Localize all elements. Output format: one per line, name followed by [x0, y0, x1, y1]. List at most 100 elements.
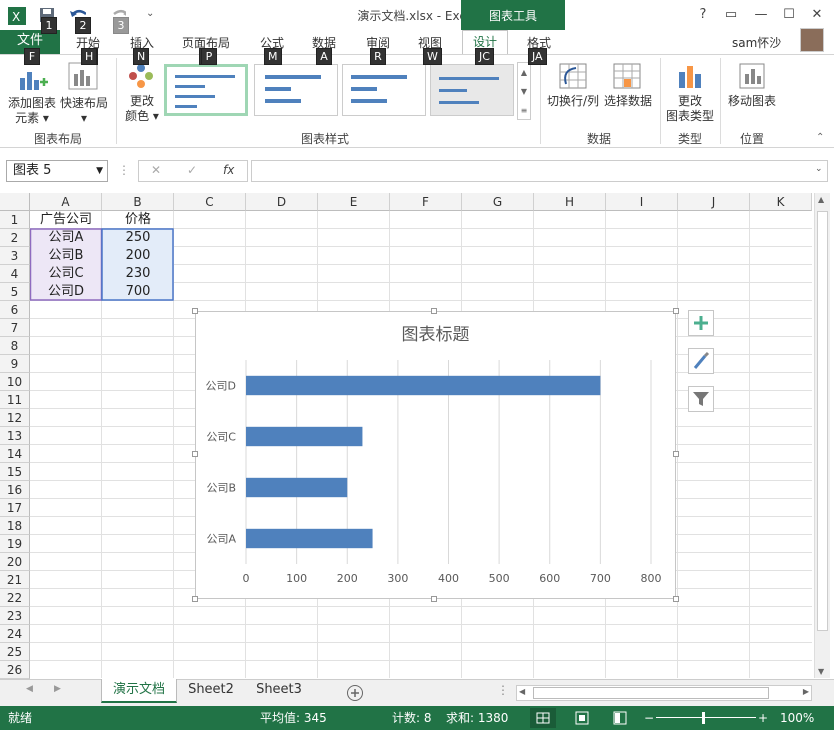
cell-B4[interactable]: 230	[102, 265, 174, 283]
cell-B3[interactable]: 200	[102, 247, 174, 265]
next-sheet-icon[interactable]: ▶	[54, 684, 61, 694]
chart-style-2[interactable]	[254, 64, 338, 116]
page-break-view-icon[interactable]	[610, 708, 630, 736]
chart-filters-button[interactable]	[688, 386, 714, 412]
row-header[interactable]: 24	[0, 625, 30, 643]
zoom-slider-thumb[interactable]	[702, 712, 705, 724]
column-header[interactable]: F	[390, 193, 462, 211]
row-header[interactable]: 1	[0, 211, 30, 229]
row-header[interactable]: 2	[0, 229, 30, 247]
resize-handle[interactable]	[673, 451, 679, 457]
close-icon[interactable]: ✕	[808, 7, 826, 23]
cell-B1[interactable]: 价格	[102, 211, 174, 229]
scrollbar-thumb[interactable]	[817, 211, 828, 631]
row-header[interactable]: 6	[0, 301, 30, 319]
scroll-left-icon[interactable]: ◀	[519, 687, 525, 696]
column-header[interactable]: B	[102, 193, 174, 211]
scroll-right-icon[interactable]: ▶	[803, 687, 809, 696]
avatar[interactable]	[800, 28, 824, 52]
row-header[interactable]: 7	[0, 319, 30, 337]
sheet-tab[interactable]: Sheet3	[246, 679, 312, 703]
change-chart-type-button[interactable]: 更改 图表类型	[662, 94, 718, 124]
sheet-tab[interactable]: 演示文档	[101, 679, 177, 703]
insert-function-icon[interactable]: fx	[223, 163, 234, 177]
row-header[interactable]: 13	[0, 427, 30, 445]
page-layout-view-icon[interactable]	[572, 708, 592, 736]
gallery-scroll[interactable]: ▲ ▼ ≡	[517, 62, 531, 120]
column-header[interactable]: G	[462, 193, 534, 211]
row-header[interactable]: 19	[0, 535, 30, 553]
row-header[interactable]: 18	[0, 517, 30, 535]
row-header[interactable]: 15	[0, 463, 30, 481]
prev-sheet-icon[interactable]: ◀	[26, 684, 33, 694]
row-header[interactable]: 14	[0, 445, 30, 463]
expand-formula-bar-icon[interactable]: ⌄	[815, 164, 823, 174]
resize-handle[interactable]	[192, 596, 198, 602]
change-colors-button[interactable]: 更改 颜色 ▾	[120, 94, 164, 124]
name-box[interactable]: 图表 5 ▼	[6, 160, 108, 182]
row-header[interactable]: 25	[0, 643, 30, 661]
minimize-icon[interactable]: —	[752, 7, 770, 23]
resize-handle[interactable]	[673, 308, 679, 314]
split-grip-icon[interactable]: ⋮	[497, 683, 509, 697]
user-name[interactable]: sam怀沙	[732, 34, 781, 51]
h-scrollbar-thumb[interactable]	[533, 687, 769, 699]
resize-handle[interactable]	[673, 596, 679, 602]
help-button[interactable]: ?	[694, 7, 712, 23]
chart-styles-button[interactable]	[688, 348, 714, 374]
cell-A5[interactable]: 公司D	[30, 283, 102, 301]
zoom-level[interactable]: 100%	[780, 706, 814, 730]
bar[interactable]	[246, 375, 601, 396]
chart-style-4[interactable]	[430, 64, 514, 116]
row-header[interactable]: 16	[0, 481, 30, 499]
column-header[interactable]: H	[534, 193, 606, 211]
row-header[interactable]: 11	[0, 391, 30, 409]
row-header[interactable]: 4	[0, 265, 30, 283]
bar[interactable]	[246, 426, 363, 447]
column-header[interactable]: A	[30, 193, 102, 211]
cancel-icon[interactable]: ✕	[151, 163, 161, 177]
bar[interactable]	[246, 528, 373, 549]
resize-handle[interactable]	[431, 596, 437, 602]
cell-A1[interactable]: 广告公司	[30, 211, 102, 229]
add-chart-element-button[interactable]: 添加图表 元素 ▾	[4, 96, 60, 126]
cell-B5[interactable]: 700	[102, 283, 174, 301]
qat-customize-icon[interactable]: ⌄	[146, 8, 154, 19]
normal-view-icon[interactable]	[530, 708, 556, 728]
row-header[interactable]: 17	[0, 499, 30, 517]
row-header[interactable]: 3	[0, 247, 30, 265]
select-all-corner[interactable]	[0, 193, 30, 211]
row-header[interactable]: 12	[0, 409, 30, 427]
resize-handle[interactable]	[431, 308, 437, 314]
bar[interactable]	[246, 477, 348, 498]
column-header[interactable]: C	[174, 193, 246, 211]
row-header[interactable]: 5	[0, 283, 30, 301]
new-sheet-icon[interactable]	[346, 684, 364, 702]
row-header[interactable]: 21	[0, 571, 30, 589]
sheet-tab[interactable]: Sheet2	[178, 679, 244, 703]
enter-icon[interactable]: ✓	[187, 163, 197, 177]
chevron-down-icon[interactable]: ▼	[96, 161, 103, 181]
column-header[interactable]: E	[318, 193, 390, 211]
cell-B2[interactable]: 250	[102, 229, 174, 247]
scroll-up-icon[interactable]: ▲	[818, 195, 824, 204]
row-header[interactable]: 9	[0, 355, 30, 373]
cell-A3[interactable]: 公司B	[30, 247, 102, 265]
quick-layout-button[interactable]: 快速布局 ▾	[58, 96, 110, 126]
vertical-scrollbar[interactable]: ▲ ▼	[814, 193, 830, 678]
chart-area[interactable]: 图表标题 0 100 200 300 400 500 600 700 800 公司A 公司B 公司C 公…	[195, 311, 676, 599]
scroll-down-icon[interactable]: ▼	[818, 667, 824, 676]
zoom-out-icon[interactable]: −	[644, 706, 654, 730]
maximize-icon[interactable]: ☐	[780, 7, 798, 23]
resize-handle[interactable]	[192, 308, 198, 314]
row-header[interactable]: 26	[0, 661, 30, 679]
zoom-in-icon[interactable]: +	[758, 706, 768, 730]
formula-input[interactable]	[251, 160, 828, 182]
collapse-ribbon-icon[interactable]: ⌃	[816, 132, 824, 143]
resize-handle[interactable]	[192, 451, 198, 457]
row-header[interactable]: 23	[0, 607, 30, 625]
switch-row-column-button[interactable]: 切换行/列	[544, 94, 602, 109]
cell-A4[interactable]: 公司C	[30, 265, 102, 283]
column-header[interactable]: D	[246, 193, 318, 211]
move-chart-button[interactable]: 移动图表	[724, 94, 780, 109]
